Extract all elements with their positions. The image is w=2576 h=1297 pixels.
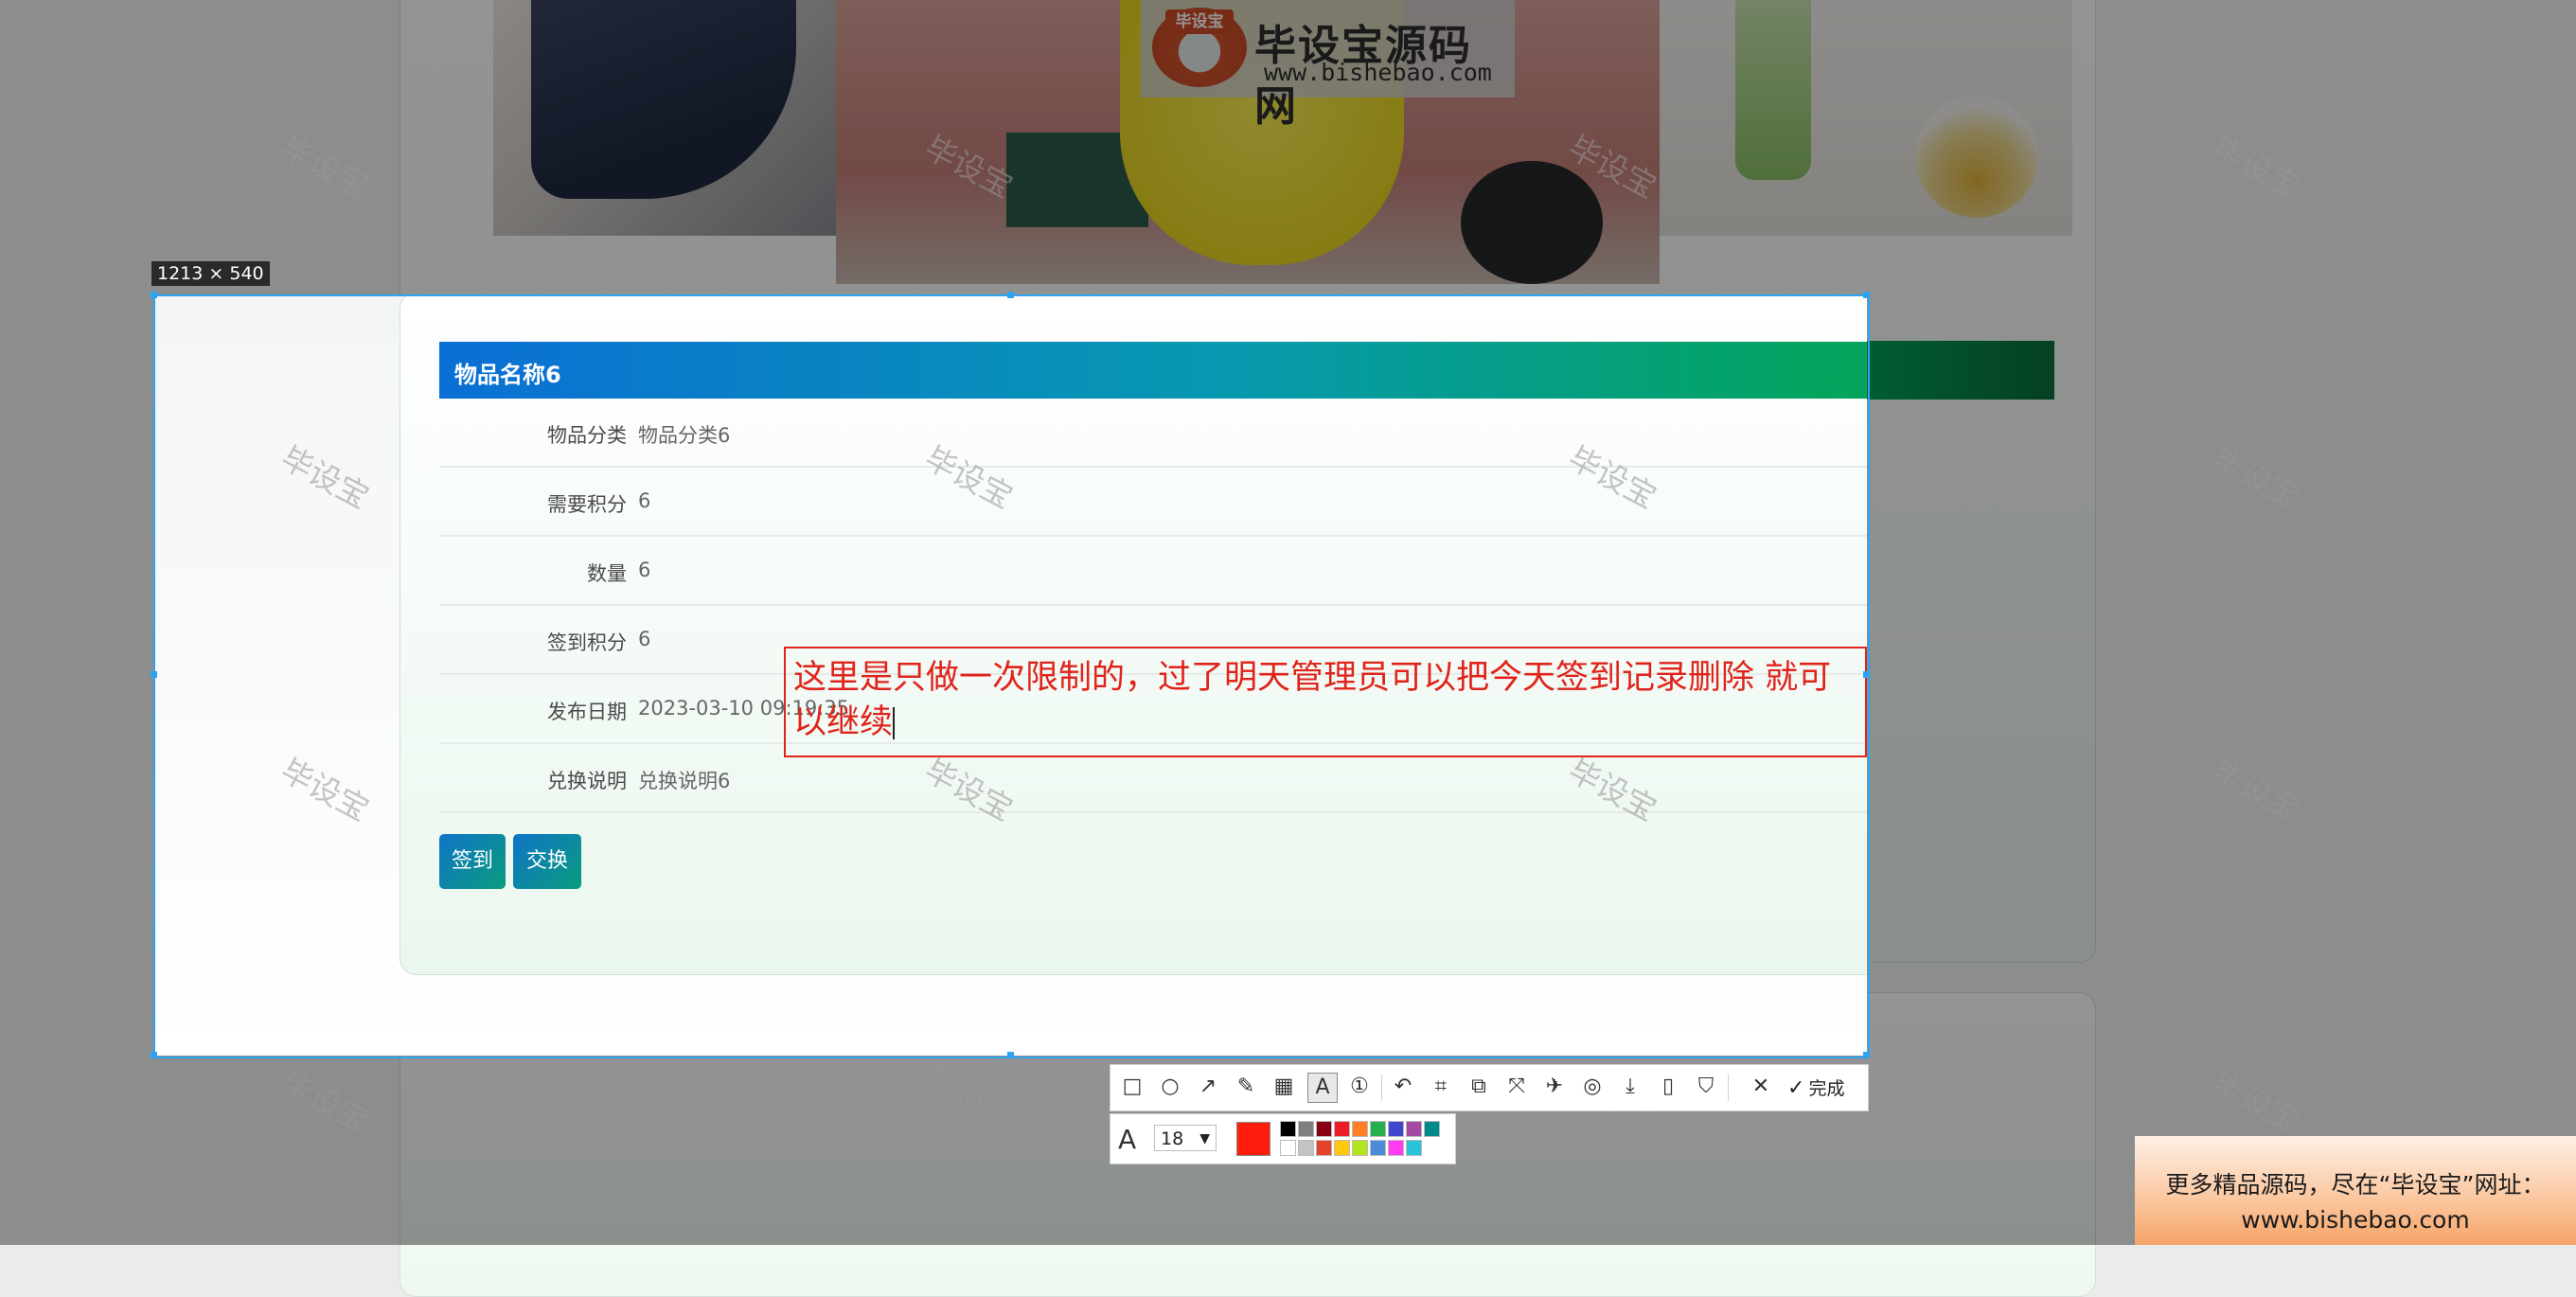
chevron-down-icon: ▼ — [1199, 1131, 1210, 1146]
color-swatch[interactable] — [1388, 1121, 1404, 1137]
text-icon[interactable]: A — [1307, 1073, 1338, 1103]
row-label: 发布日期 — [547, 701, 627, 723]
screenshot-region-icon[interactable]: ⌗ — [1427, 1073, 1455, 1101]
row-label: 数量 — [587, 562, 627, 585]
annotation-textbox[interactable]: 这里是只做一次限制的，过了明天管理员可以把今天签到记录删除 就可以继续 — [784, 647, 1867, 757]
color-swatch[interactable] — [1280, 1140, 1296, 1156]
resize-handle-se[interactable] — [1863, 1052, 1870, 1058]
color-swatch[interactable] — [1298, 1140, 1314, 1156]
signin-button[interactable]: 签到 — [439, 834, 506, 889]
row-value: 6 — [638, 628, 651, 650]
text-caret — [893, 707, 896, 739]
color-swatch[interactable] — [1424, 1121, 1440, 1137]
row-label: 兑换说明 — [547, 770, 627, 792]
row-label: 需要积分 — [547, 493, 627, 516]
done-label: 完成 — [1808, 1078, 1845, 1099]
row-value: 兑换说明6 — [638, 770, 731, 792]
row-label: 物品分类 — [547, 424, 627, 447]
color-swatch[interactable] — [1370, 1121, 1386, 1137]
resize-handle-e[interactable] — [1863, 671, 1870, 678]
item-title: 物品名称6 — [454, 362, 561, 388]
color-swatch[interactable] — [1316, 1140, 1332, 1156]
color-swatch[interactable] — [1352, 1121, 1368, 1137]
done-button[interactable]: ✓ 完成 — [1787, 1075, 1844, 1100]
resize-handle-sw[interactable] — [151, 1052, 157, 1058]
row-quantity: 数量 6 — [439, 537, 1867, 606]
color-swatch[interactable] — [1334, 1140, 1350, 1156]
pin-icon[interactable]: ✈ — [1540, 1073, 1569, 1101]
annotation-text: 这里是只做一次限制的，过了明天管理员可以把今天签到记录删除 就可以继续 — [793, 656, 1861, 745]
toolbar-separator — [1728, 1075, 1729, 1101]
promo-banner: 更多精品源码，尽在“毕设宝”网址： www.bishebao.com — [2135, 1136, 2576, 1245]
resize-handle-s[interactable] — [1007, 1052, 1014, 1058]
row-value: 6 — [638, 489, 651, 512]
scroll-capture-icon[interactable]: ⤧ — [1502, 1073, 1531, 1101]
undo-icon[interactable]: ↶ — [1389, 1073, 1417, 1101]
ellipse-icon[interactable]: ○ — [1156, 1073, 1184, 1101]
row-category: 物品分类 物品分类6 — [439, 399, 1867, 468]
mosaic-icon[interactable]: ▦ — [1270, 1073, 1298, 1101]
annotation-text-content: 这里是只做一次限制的，过了明天管理员可以把今天签到记录删除 就可以继续 — [793, 659, 1832, 741]
copy-icon[interactable]: ⧉ — [1465, 1073, 1493, 1101]
resize-handle-ne[interactable] — [1863, 292, 1870, 298]
bookmark-icon[interactable]: ⛉ — [1692, 1073, 1720, 1101]
arrow-icon[interactable]: ↗ — [1194, 1073, 1222, 1101]
color-swatch[interactable] — [1298, 1121, 1314, 1137]
row-value: 6 — [638, 559, 651, 581]
detail-header: 物品名称6 — [439, 342, 1867, 399]
color-swatch[interactable] — [1406, 1121, 1422, 1137]
color-swatch[interactable] — [1280, 1121, 1296, 1137]
color-swatch[interactable] — [1334, 1121, 1350, 1137]
serial-number-icon[interactable]: ① — [1345, 1073, 1374, 1101]
font-size-select[interactable]: 18 ▼ — [1154, 1125, 1217, 1151]
color-swatch[interactable] — [1370, 1140, 1386, 1156]
color-swatch[interactable] — [1352, 1140, 1368, 1156]
resize-handle-nw[interactable] — [151, 292, 157, 298]
promo-url: www.bishebao.com — [2241, 1206, 2470, 1234]
font-size-value: 18 — [1161, 1128, 1184, 1149]
check-icon: ✓ — [1787, 1076, 1805, 1100]
rectangle-icon[interactable]: □ — [1118, 1073, 1146, 1101]
screenshot-toolbar: □ ○ ↗ ✎ ▦ A ① ↶ ⌗ ⧉ ⤧ ✈ ◎ ⤓ ▯ ⛉ ✕ ✓ 完成 — [1110, 1064, 1869, 1111]
save-icon[interactable]: ⤓ — [1616, 1073, 1644, 1101]
resize-handle-w[interactable] — [151, 671, 157, 678]
selection-size-label: 1213 × 540 — [151, 261, 270, 286]
row-label: 签到积分 — [547, 631, 627, 654]
promo-line1: 更多精品源码，尽在“毕设宝”网址： — [2165, 1171, 2546, 1199]
resize-handle-n[interactable] — [1007, 292, 1014, 298]
color-swatch[interactable] — [1388, 1140, 1404, 1156]
pencil-icon[interactable]: ✎ — [1232, 1073, 1260, 1101]
ocr-icon[interactable]: ◎ — [1578, 1073, 1607, 1101]
font-icon: A — [1118, 1124, 1137, 1155]
text-options-bar: A 18 ▼ — [1110, 1113, 1456, 1164]
color-swatch[interactable] — [1316, 1121, 1332, 1137]
exchange-button[interactable]: 交换 — [513, 834, 581, 889]
toolbar-separator — [1381, 1075, 1382, 1101]
long-screenshot-icon[interactable]: ▯ — [1654, 1073, 1682, 1101]
close-icon[interactable]: ✕ — [1747, 1073, 1775, 1101]
current-color-swatch[interactable] — [1236, 1122, 1270, 1156]
row-value: 物品分类6 — [638, 424, 731, 447]
color-swatch[interactable] — [1406, 1140, 1422, 1156]
